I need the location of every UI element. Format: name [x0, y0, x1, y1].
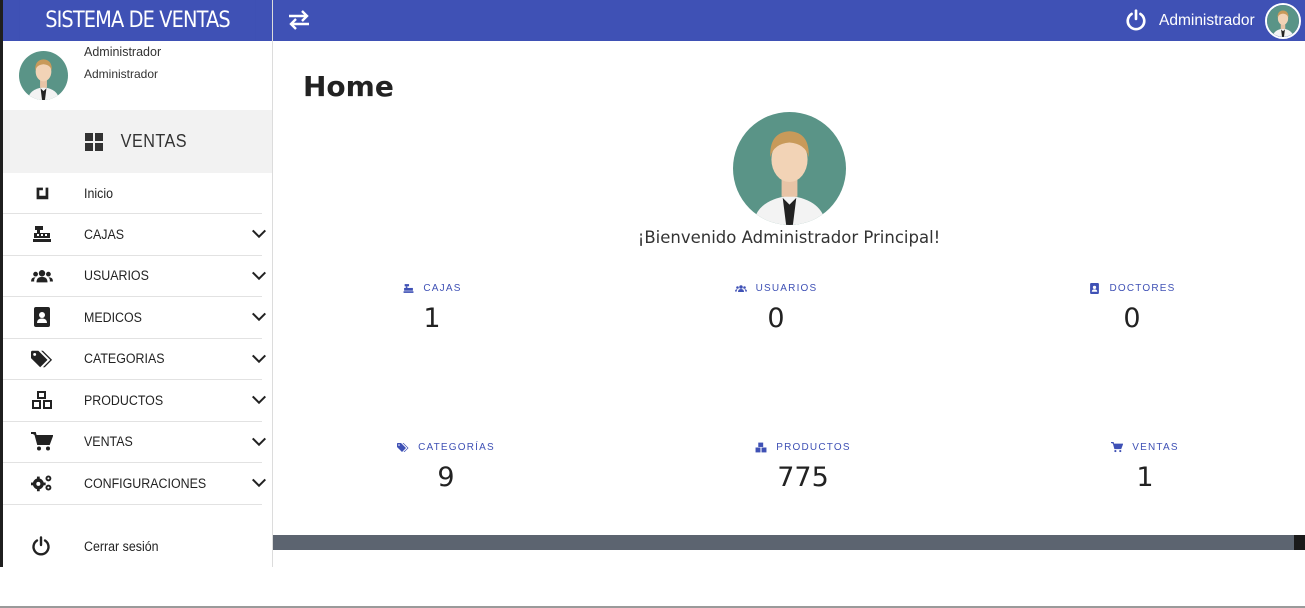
home-icon [31, 183, 53, 203]
sidebar-item-label: CAJAS [84, 226, 125, 242]
topbar: Administrador [273, 0, 1305, 41]
cash-register-icon [31, 224, 53, 244]
tags-icon [397, 441, 409, 453]
stat-productos: PRODUCTOS 775 [703, 440, 903, 493]
logout-button[interactable]: Cerrar sesión [3, 525, 273, 567]
stat-doctores: DOCTORES 0 [1032, 281, 1232, 334]
cubes-icon [31, 390, 53, 410]
chevron-down-icon [251, 478, 267, 488]
cubes-icon [755, 441, 767, 453]
main-content: Home ¡Bienvenido Administrador Principal… [273, 41, 1305, 535]
tags-icon [31, 349, 53, 369]
sidebar-item-usuarios[interactable]: USUARIOS [3, 256, 267, 297]
chevron-down-icon [251, 312, 267, 322]
stat-label: CATEGORÍAS [418, 441, 495, 453]
brand-title: SISTEMA DE VENTAS [19, 0, 256, 41]
avatar [19, 51, 68, 100]
sidebar-section-ventas: VENTAS [3, 110, 272, 173]
sidebar-menu: Inicio CAJAS USUARIOS MEDICOS CATEGORIAS… [3, 173, 272, 505]
sidebar-profile: Administrador Administrador [3, 41, 272, 110]
avatar [733, 112, 846, 225]
sidebar-item-productos[interactable]: PRODUCTOS [3, 380, 267, 422]
stat-label: PRODUCTOS [776, 441, 851, 453]
stat-value: 1 [1136, 462, 1154, 493]
footer-bar [273, 535, 1305, 550]
stat-value: 0 [767, 303, 785, 334]
cash-register-icon [402, 282, 414, 294]
id-badge-icon [31, 307, 53, 328]
stat-usuarios: USUARIOS 0 [676, 281, 876, 334]
sidebar: SISTEMA DE VENTAS Administrador Administ… [0, 0, 273, 567]
stat-value: 9 [437, 462, 455, 493]
chevron-down-icon [251, 229, 267, 239]
topbar-user-name[interactable]: Administrador [1159, 12, 1255, 30]
profile-name: Administrador [84, 45, 162, 59]
stat-value: 775 [777, 462, 829, 493]
chevron-down-icon [251, 354, 267, 363]
cart-icon [31, 431, 53, 452]
page-title: Home [303, 70, 394, 103]
sidebar-toggle-icon[interactable] [287, 9, 311, 31]
sidebar-item-medicos[interactable]: MEDICOS [3, 297, 267, 339]
stat-value: 1 [423, 303, 441, 334]
cogs-icon [31, 473, 53, 493]
grid-icon [84, 132, 103, 151]
sidebar-item-cajas[interactable]: CAJAS [3, 214, 267, 256]
stat-label: DOCTORES [1109, 282, 1176, 294]
stat-label: USUARIOS [755, 282, 818, 294]
logout-label: Cerrar sesión [84, 539, 159, 554]
sidebar-item-configuraciones[interactable]: CONFIGURACIONES [3, 463, 267, 505]
users-icon [734, 282, 747, 294]
sidebar-item-categorias[interactable]: CATEGORIAS [3, 339, 267, 380]
stat-label: VENTAS [1132, 441, 1179, 453]
sidebar-section-label: VENTAS [120, 131, 187, 151]
profile-role: Administrador [84, 67, 159, 81]
chevron-down-icon [251, 395, 267, 405]
stat-cajas: CAJAS 1 [332, 281, 532, 334]
brand-header: SISTEMA DE VENTAS [3, 0, 272, 41]
sidebar-item-label: Inicio [84, 185, 113, 201]
stat-label: CAJAS [423, 282, 462, 294]
chevron-down-icon [251, 271, 267, 280]
power-icon [31, 536, 53, 556]
sidebar-item-label: MEDICOS [84, 309, 142, 325]
sidebar-item-label: CATEGORIAS [84, 351, 165, 367]
stat-categorias: CATEGORÍAS 9 [346, 440, 546, 493]
stat-ventas: VENTAS 1 [1045, 440, 1245, 493]
sidebar-item-label: USUARIOS [84, 268, 149, 284]
sidebar-item-label: CONFIGURACIONES [84, 475, 207, 491]
sidebar-item-label: VENTAS [84, 434, 133, 450]
sidebar-item-ventas[interactable]: VENTAS [3, 422, 267, 463]
footer-edge [1294, 535, 1305, 550]
avatar[interactable] [1265, 3, 1301, 39]
sidebar-item-label: PRODUCTOS [84, 392, 164, 408]
cart-icon [1111, 441, 1124, 453]
id-badge-icon [1088, 282, 1100, 294]
chevron-down-icon [251, 437, 267, 446]
app-root: SISTEMA DE VENTAS Administrador Administ… [0, 0, 1305, 608]
welcome-message: ¡Bienvenido Administrador Principal! [637, 228, 941, 247]
stat-value: 0 [1123, 303, 1141, 334]
power-icon[interactable] [1125, 9, 1147, 31]
sidebar-item-inicio[interactable]: Inicio [3, 173, 262, 214]
users-icon [31, 266, 53, 286]
